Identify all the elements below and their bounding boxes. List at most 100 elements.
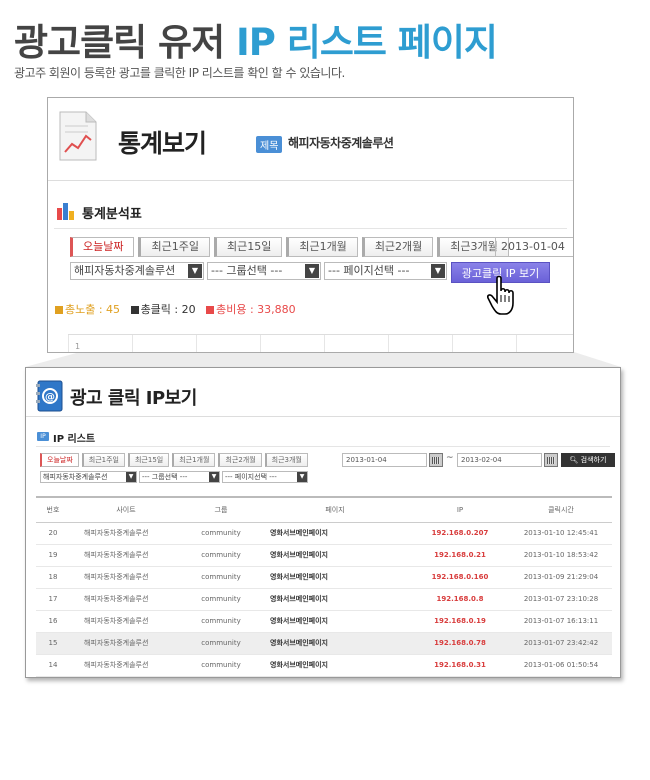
cost-legend-swatch (206, 306, 215, 314)
cell-site: 해피자동차중계솔루션 (70, 610, 182, 633)
tab-today[interactable]: 오늘날짜 (40, 453, 79, 467)
cell-click-time: 2013-01-09 21:29:04 (510, 566, 612, 589)
total-cost: 총비용 : 33,880 (216, 303, 296, 316)
page-select[interactable]: --- 페이지선택 --- ▼ (222, 471, 308, 483)
ip-badge-icon: IP (37, 432, 49, 441)
site-select[interactable]: 해피자동차중계솔루션 ▼ (70, 262, 204, 280)
svg-text:@: @ (45, 392, 55, 403)
chevron-down-icon: ▼ (209, 472, 219, 482)
group-select[interactable]: --- 그룹선택 --- ▼ (139, 471, 220, 483)
cell-number: 17 (36, 588, 70, 611)
cell-ip: 192.168.0.8 (410, 588, 510, 611)
date-input[interactable]: 2013-01-04 (495, 237, 573, 257)
search-icon: 🔍︎ (569, 456, 579, 464)
divider (54, 228, 567, 229)
title-tag-text: 해피자동차중계솔루션 (288, 136, 394, 150)
cell-group: community (182, 654, 260, 677)
tab-2months[interactable]: 최근2개월 (361, 237, 434, 257)
tab-1week[interactable]: 최근1주일 (81, 453, 125, 467)
table-row[interactable]: 19 해피자동차중계솔루션 community 영화서브메인페이지 192.168.0.… (36, 544, 612, 567)
cell-ip: 192.168.0.19 (410, 610, 510, 633)
search-button[interactable]: 🔍︎ 검색하기 (561, 453, 615, 467)
cell-ip: 192.168.0.21 (410, 544, 510, 567)
table-row[interactable]: 14 해피자동차중계솔루션 community 영화서브메인페이지 192.168.0.… (36, 654, 612, 677)
page-select-value: --- 페이지선택 --- (328, 264, 410, 277)
cell-site: 해피자동차중계솔루션 (70, 588, 182, 611)
table-row[interactable]: 15 해피자동차중계솔루션 community 영화서브메인페이지 192.168.0.… (36, 632, 612, 655)
date-to-input[interactable]: 2013-02-04 (457, 453, 542, 467)
hand-cursor-icon (487, 275, 514, 315)
date-range-separator: ~ (446, 453, 454, 463)
page-title-part-2: IP 리스트 페이지 (236, 21, 498, 64)
tab-1month[interactable]: 최근1개월 (172, 453, 216, 467)
cell-site: 해피자동차중계솔루션 (70, 544, 182, 567)
cell-number: 18 (36, 566, 70, 589)
cell-site: 해피자동차중계솔루션 (70, 566, 182, 589)
cell-group: community (182, 544, 260, 567)
cell-click-time: 2013-01-10 18:53:42 (510, 544, 612, 567)
page-subtitle: 광고주 회원이 등록한 광고를 클릭한 IP 리스트를 확인 할 수 있습니다. (14, 66, 345, 80)
chevron-down-icon: ▼ (188, 264, 202, 278)
tab-1week[interactable]: 최근1주일 (138, 237, 210, 257)
cell-click-time: 2013-01-07 16:13:11 (510, 610, 612, 633)
total-impressions: 총노출 : 45 (65, 303, 121, 316)
cell-page: 영화서브메인페이지 (260, 654, 410, 677)
col-number: 번호 (36, 496, 70, 523)
tab-15days[interactable]: 최근15일 (127, 453, 170, 467)
total-clicks: 총클릭 : 20 (140, 303, 196, 316)
clicks-legend-swatch (130, 306, 139, 314)
page-select-value: --- 페이지선택 --- (225, 473, 277, 481)
tab-3months[interactable]: 최근3개월 (264, 453, 308, 467)
stats-panel: 통계보기 제목 해피자동차중계솔루션 통계분석표 오늘날짜 최근1주일 최근15… (47, 97, 574, 353)
period-tabs: 오늘날짜 최근1주일 최근15일 최근1개월 최근2개월 최근3개월 (40, 453, 308, 467)
col-site: 사이트 (70, 496, 182, 523)
col-group: 그룹 (182, 496, 260, 523)
title-tag-badge: 제목 (256, 136, 283, 153)
cell-page: 영화서브메인페이지 (260, 544, 410, 567)
table-row[interactable]: 18 해피자동차중계솔루션 community 영화서브메인페이지 192.168.0.… (36, 566, 612, 589)
cell-group: community (182, 632, 260, 655)
divider (26, 416, 620, 417)
cell-page: 영화서브메인페이지 (260, 522, 410, 545)
search-button-label: 검색하기 (580, 456, 607, 464)
cell-ip: 192.168.0.78 (410, 632, 510, 655)
cell-click-time: 2013-01-07 23:42:42 (510, 632, 612, 655)
tab-today[interactable]: 오늘날짜 (70, 237, 135, 257)
site-select-value: 해피자동차중계솔루션 (74, 264, 176, 277)
tab-15days[interactable]: 최근15일 (213, 237, 283, 257)
ip-list-table: 번호 사이트 그룹 페이지 IP 클릭시간 20 해피자동차중계솔루션 commun… (36, 496, 612, 677)
tab-1month[interactable]: 최근1개월 (286, 237, 358, 257)
cell-page: 영화서브메인페이지 (260, 566, 410, 589)
date-from-input[interactable]: 2013-01-04 (342, 453, 427, 467)
cell-group: community (182, 610, 260, 633)
document-chart-icon (59, 111, 97, 161)
tab-2months[interactable]: 최근2개월 (218, 453, 262, 467)
cell-click-time: 2013-01-07 23:10:28 (510, 588, 612, 611)
table-row[interactable]: 17 해피자동차중계솔루션 community 영화서브메인페이지 192.168.0.… (36, 588, 612, 611)
chevron-down-icon: ▼ (126, 472, 136, 482)
cell-number: 19 (36, 544, 70, 567)
page-select[interactable]: --- 페이지선택 --- ▼ (324, 262, 447, 280)
table-row[interactable]: 16 해피자동차중계솔루션 community 영화서브메인페이지 192.168.0.… (36, 610, 612, 633)
group-select[interactable]: --- 그룹선택 --- ▼ (207, 262, 321, 280)
click-ip-panel: @ 광고 클릭 IP보기 IP IP 리스트 오늘날짜 최근1주일 최근15일 … (25, 367, 621, 678)
cell-group: community (182, 522, 260, 545)
site-select[interactable]: 해피자동차중계솔루션 ▼ (40, 471, 137, 483)
table-header-row: 번호 사이트 그룹 페이지 IP 클릭시간 (36, 496, 612, 523)
cell-ip: 192.168.0.160 (410, 566, 510, 589)
cell-ip: 192.168.0.207 (410, 522, 510, 545)
cell-page: 영화서브메인페이지 (260, 610, 410, 633)
period-tabs: 오늘날짜 최근1주일 최근15일 최근1개월 최근2개월 최근3개월 (70, 237, 509, 257)
cell-ip: 192.168.0.31 (410, 654, 510, 677)
page-title-part-1: 광고클릭 유저 (14, 21, 237, 64)
address-book-icon: @ (36, 380, 63, 412)
table-row[interactable]: 20 해피자동차중계솔루션 community 영화서브메인페이지 192.168.0.… (36, 522, 612, 545)
stats-summary: 총노출 : 45 총클릭 : 20 총비용 : 33,880 (55, 301, 296, 317)
cell-number: 16 (36, 610, 70, 633)
cell-number: 15 (36, 632, 70, 655)
stats-section-title: 통계분석표 (82, 207, 142, 222)
calendar-icon[interactable] (429, 453, 443, 467)
cell-click-time: 2013-01-10 12:45:41 (510, 522, 612, 545)
ip-list-section-title: IP 리스트 (53, 434, 96, 445)
calendar-icon[interactable] (544, 453, 558, 467)
